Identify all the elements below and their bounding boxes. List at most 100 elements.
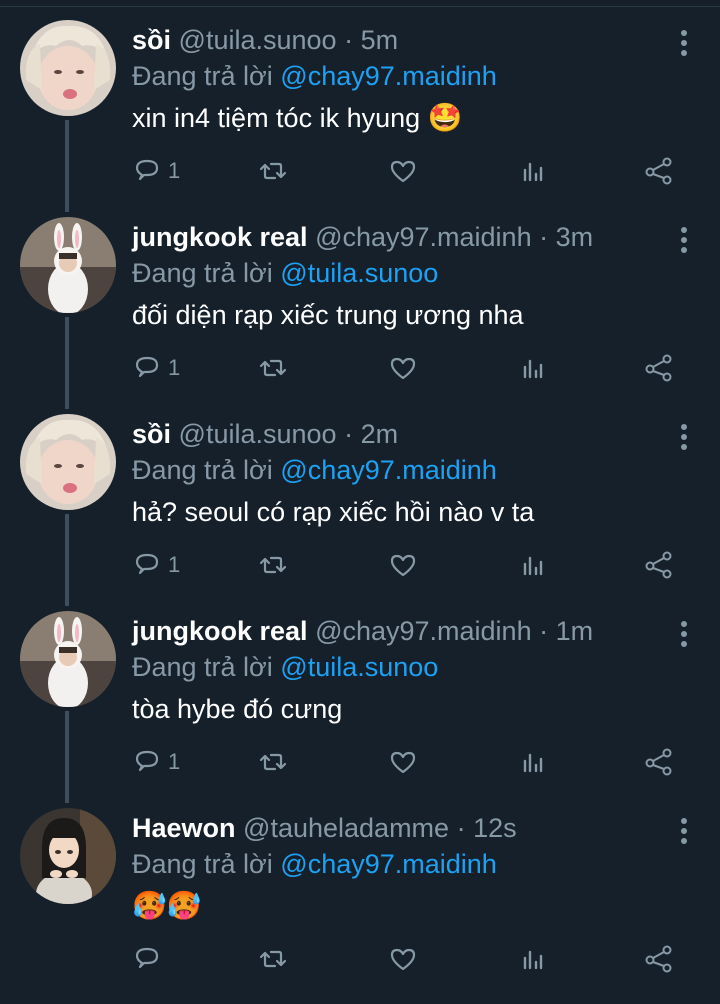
tweet[interactable]: Haewon @tauheladamme · 12s Đang trả lời … — [0, 788, 720, 985]
reply-prefix: Đang trả lời — [132, 61, 273, 91]
tweet-text-body: hả? seoul có rạp xiếc hồi nào v ta — [132, 497, 535, 527]
retweet-button[interactable] — [258, 351, 288, 385]
avatar-link[interactable] — [20, 808, 116, 904]
stats-icon — [523, 753, 543, 773]
separator-dot: · — [539, 222, 549, 252]
action-bar: 1 — [132, 548, 692, 582]
tweet-text-body: đối diện rạp xiếc trung ương nha — [132, 300, 524, 330]
share-button[interactable] — [644, 548, 674, 582]
tweet-emoji: 🥵🥵 — [132, 890, 202, 921]
stats-button[interactable] — [518, 351, 548, 385]
tweet-text: hả? seoul có rạp xiếc hồi nào v ta — [132, 494, 680, 530]
share-button[interactable] — [644, 351, 674, 385]
retweet-button[interactable] — [258, 154, 288, 188]
like-button[interactable] — [388, 154, 418, 188]
reply-mention[interactable]: @chay97.maidinh — [280, 455, 497, 485]
avatar — [20, 414, 116, 510]
heart-icon — [390, 554, 416, 577]
share-icon — [645, 945, 672, 973]
tweet[interactable]: jungkook real @chay97.maidinh · 3m Đang … — [0, 197, 720, 409]
heart-icon — [390, 751, 416, 774]
reply-mention[interactable]: @tuila.sunoo — [280, 258, 438, 288]
more-vertical-icon[interactable] — [680, 424, 688, 454]
timestamp[interactable]: 1m — [556, 616, 594, 646]
user-handle[interactable]: @chay97.maidinh — [315, 222, 532, 252]
timestamp[interactable]: 3m — [556, 222, 594, 252]
reply-button[interactable]: 1 — [132, 745, 180, 779]
display-name[interactable]: jungkook real — [132, 616, 308, 646]
avatar-link[interactable] — [20, 217, 116, 313]
reply-count: 1 — [168, 552, 181, 577]
reply-button[interactable] — [132, 942, 168, 976]
tweet[interactable]: sồi @tuila.sunoo · 2m Đang trả lời @chay… — [0, 394, 720, 606]
avatar — [20, 20, 116, 116]
reply-icon — [135, 947, 159, 969]
reply-mention[interactable]: @chay97.maidinh — [280, 849, 497, 879]
share-icon — [645, 748, 672, 776]
user-handle[interactable]: @tuila.sunoo — [179, 25, 337, 55]
stats-icon — [523, 359, 543, 379]
stats-icon — [523, 556, 543, 576]
user-handle[interactable]: @chay97.maidinh — [315, 616, 532, 646]
more-vertical-icon[interactable] — [680, 818, 688, 848]
tweet-emoji: 🤩 — [427, 102, 463, 133]
display-name[interactable]: sồi — [132, 25, 171, 55]
avatar-link[interactable] — [20, 20, 116, 116]
stats-button[interactable] — [518, 154, 548, 188]
stats-button[interactable] — [518, 548, 548, 582]
retweet-button[interactable] — [258, 548, 288, 582]
user-handle[interactable]: @tuila.sunoo — [179, 419, 337, 449]
like-button[interactable] — [388, 745, 418, 779]
more-vertical-icon[interactable] — [680, 227, 688, 257]
reply-mention[interactable]: @chay97.maidinh — [280, 61, 497, 91]
tweet-text: 🥵🥵 — [132, 888, 680, 924]
reply-count: 1 — [168, 158, 181, 183]
action-bar: 1 — [132, 351, 692, 385]
more-vertical-icon[interactable] — [680, 621, 688, 651]
user-handle[interactable]: @tauheladamme — [243, 813, 449, 843]
share-button[interactable] — [644, 154, 674, 188]
reply-count: 1 — [168, 749, 181, 774]
more-vertical-icon[interactable] — [680, 30, 688, 60]
like-button[interactable] — [388, 942, 418, 976]
reply-button[interactable]: 1 — [132, 351, 180, 385]
retweet-button[interactable] — [258, 745, 288, 779]
heart-icon — [390, 160, 416, 183]
like-button[interactable] — [388, 548, 418, 582]
stats-button[interactable] — [518, 942, 548, 976]
stats-icon — [523, 950, 543, 970]
share-button[interactable] — [644, 745, 674, 779]
share-icon — [645, 354, 672, 382]
separator-dot: · — [344, 419, 354, 449]
reply-prefix: Đang trả lời — [132, 652, 273, 682]
tweet[interactable]: jungkook real @chay97.maidinh · 1m Đang … — [0, 591, 720, 803]
reply-mention[interactable]: @tuila.sunoo — [280, 652, 438, 682]
share-icon — [645, 157, 672, 185]
timestamp[interactable]: 12s — [473, 813, 517, 843]
tweet[interactable]: sồi @tuila.sunoo · 5m Đang trả lời @chay… — [0, 0, 720, 212]
display-name[interactable]: jungkook real — [132, 222, 308, 252]
tweet-text-body: tòa hybe đó cưng — [132, 694, 343, 724]
tweet-text: xin in4 tiệm tóc ik hyung 🤩 — [132, 100, 680, 136]
reply-icon — [135, 159, 159, 181]
reply-button[interactable]: 1 — [132, 154, 180, 188]
reply-icon — [135, 750, 159, 772]
stats-button[interactable] — [518, 745, 548, 779]
reply-icon — [135, 553, 159, 575]
action-bar — [132, 942, 692, 976]
display-name[interactable]: Haewon — [132, 813, 236, 843]
like-button[interactable] — [388, 351, 418, 385]
timestamp[interactable]: 2m — [361, 419, 399, 449]
avatar — [20, 611, 116, 707]
reply-button[interactable]: 1 — [132, 548, 180, 582]
share-button[interactable] — [644, 942, 674, 976]
retweet-icon — [259, 162, 287, 180]
retweet-button[interactable] — [258, 942, 288, 976]
avatar-link[interactable] — [20, 611, 116, 707]
reply-prefix: Đang trả lời — [132, 258, 273, 288]
timestamp[interactable]: 5m — [361, 25, 399, 55]
display-name[interactable]: sồi — [132, 419, 171, 449]
stats-icon — [523, 162, 543, 182]
avatar-link[interactable] — [20, 414, 116, 510]
share-icon — [645, 551, 672, 579]
